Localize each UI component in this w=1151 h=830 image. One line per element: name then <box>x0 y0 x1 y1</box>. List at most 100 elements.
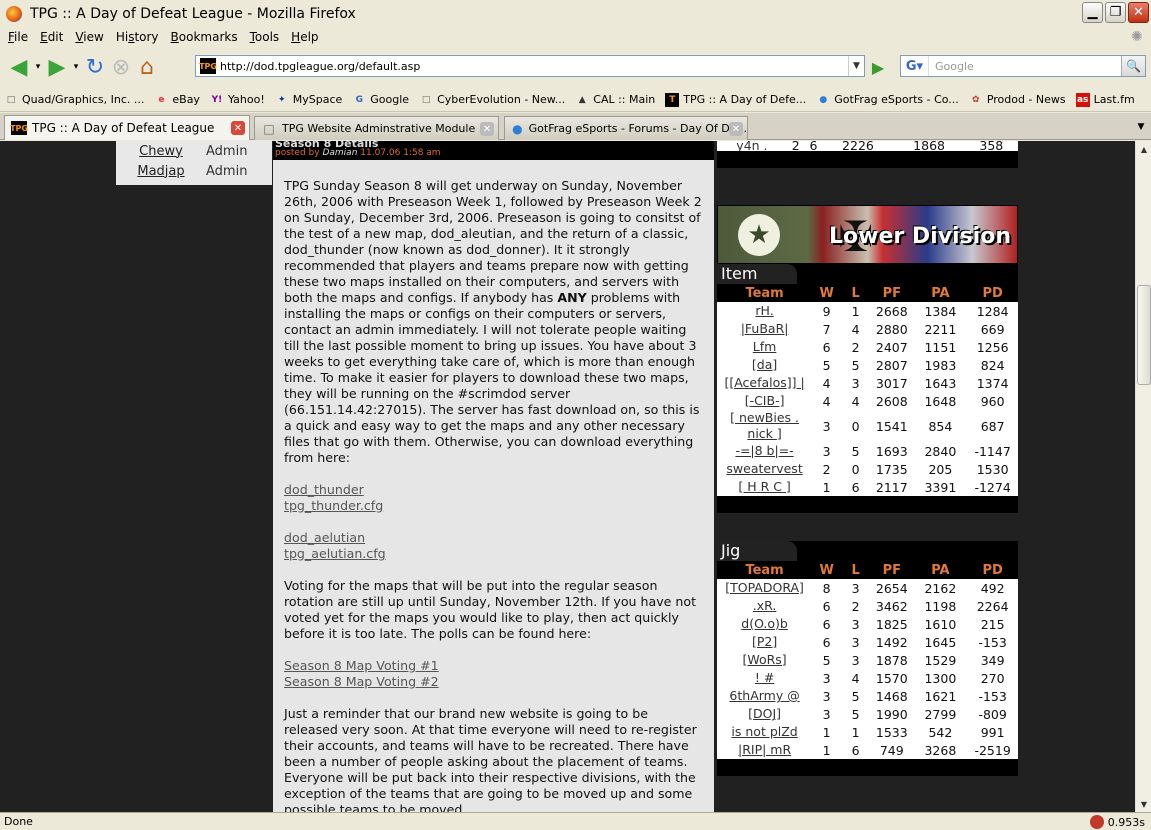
tab-label[interactable]: TPG :: A Day of Defeat League <box>32 121 214 135</box>
team-link[interactable]: [-CIB-] <box>717 392 812 410</box>
team-link[interactable]: [ newBies . nick ] <box>717 410 812 442</box>
link-map-voting-2[interactable]: Season 8 Map Voting #2 <box>284 674 704 690</box>
column-header[interactable]: W <box>812 561 842 579</box>
tab-2[interactable]: □ TPG Website Adminstrative Module ✕ <box>254 116 499 140</box>
team-link[interactable]: [P2] <box>717 633 812 651</box>
bookmark-label[interactable]: CyberEvolution - New... <box>437 93 565 106</box>
column-header[interactable]: PA <box>913 284 968 302</box>
team-link[interactable]: d(O.o)b <box>717 615 812 633</box>
url-bar[interactable]: TPG http://dod.tpgleague.org/default.asp… <box>195 55 865 77</box>
bookmark-label[interactable]: CAL :: Main <box>593 93 655 106</box>
back-button[interactable]: ◀ <box>6 54 32 80</box>
scroll-down-icon[interactable]: ▼ <box>1136 796 1151 812</box>
admin-name-link[interactable]: Chewy <box>116 144 206 159</box>
bookmark-label[interactable]: Yahoo! <box>228 93 265 106</box>
forward-history-dropdown-icon[interactable]: ▾ <box>70 54 82 80</box>
bookmark-item[interactable]: ✿ Prodod - News <box>969 93 1066 107</box>
page-scrollbar[interactable]: ▲ ▼ <box>1135 141 1151 812</box>
link-dod-thunder[interactable]: dod_thunder <box>284 482 704 498</box>
admin-name-link[interactable]: Madjap <box>116 164 206 179</box>
menu-bookmarks[interactable]: Bookmarks <box>165 30 244 44</box>
bookmark-item[interactable]: □ Quad/Graphics, Inc. ... <box>4 93 145 107</box>
bookmark-item[interactable]: e eBay <box>154 93 200 107</box>
team-link[interactable]: |RIP| mR <box>717 741 812 759</box>
tab-label[interactable]: GotFrag eSports - Forums - Day Of De... <box>529 122 747 135</box>
column-header[interactable]: W <box>812 284 842 302</box>
column-header[interactable]: Team <box>717 284 813 302</box>
bookmark-label[interactable]: GotFrag eSports - Co... <box>834 93 959 106</box>
close-window-button[interactable]: ✕ <box>1128 2 1149 23</box>
bookmark-label[interactable]: Google <box>370 93 409 106</box>
url-text[interactable]: http://dod.tpgleague.org/default.asp <box>220 60 420 73</box>
menu-edit[interactable]: Edit <box>34 30 69 44</box>
column-header[interactable]: Team <box>717 561 813 579</box>
bookmark-item[interactable]: ✦ MySpace <box>275 93 343 107</box>
stop-icon[interactable]: ⊗ <box>108 54 134 80</box>
team-link[interactable]: [da] <box>717 356 812 374</box>
menu-tools[interactable]: Tools <box>244 30 286 44</box>
home-icon[interactable]: ⌂ <box>134 54 160 80</box>
team-link[interactable]: -=|8 b|=- <box>717 442 812 460</box>
bookmark-label[interactable]: MySpace <box>293 93 343 106</box>
link-tpg-aelutian-cfg[interactable]: tpg_aelutian.cfg <box>284 546 704 562</box>
reload-icon[interactable]: ↻ <box>82 54 108 80</box>
bookmark-label[interactable]: eBay <box>172 93 200 106</box>
bookmark-item[interactable]: Y! Yahoo! <box>210 93 265 107</box>
bookmark-item[interactable]: as Last.fm <box>1075 92 1135 107</box>
link-dod-aelutian[interactable]: dod_aelutian <box>284 530 704 546</box>
column-header[interactable]: L <box>841 561 871 579</box>
bookmark-item[interactable]: T TPG :: A Day of Defe... <box>665 92 806 107</box>
column-header[interactable]: PD <box>967 561 1018 579</box>
bookmark-item[interactable]: G Google <box>352 93 410 107</box>
team-link[interactable]: is not plZd <box>717 723 812 741</box>
column-header[interactable]: PF <box>870 284 914 302</box>
team-link[interactable]: Lfm <box>717 338 812 356</box>
tab-1[interactable]: TPG TPG :: A Day of Defeat League ✕ <box>4 115 250 140</box>
link-map-voting-1[interactable]: Season 8 Map Voting #1 <box>284 658 704 674</box>
team-link[interactable]: ! # <box>717 669 812 687</box>
bookmark-item[interactable]: ● GotFrag eSports - Co... <box>816 93 959 107</box>
team-link[interactable]: sweatervest <box>717 460 812 478</box>
scroll-thumb[interactable] <box>1137 285 1151 385</box>
bookmark-item[interactable]: □ CyberEvolution - New... <box>419 93 565 107</box>
bookmark-label[interactable]: Quad/Graphics, Inc. ... <box>22 93 144 106</box>
team-link[interactable]: 6thArmy @ <box>717 687 812 705</box>
link-tpg-thunder-cfg[interactable]: tpg_thunder.cfg <box>284 498 704 514</box>
google-engine-icon[interactable]: G▾ <box>901 56 929 76</box>
bookmark-label[interactable]: Prodod - News <box>987 93 1066 106</box>
tab-close-icon[interactable]: ✕ <box>729 122 743 136</box>
maximize-button[interactable]: ❐ <box>1105 2 1126 23</box>
scroll-up-icon[interactable]: ▲ <box>1136 141 1151 157</box>
team-link[interactable]: [TOPADORA] <box>717 579 812 597</box>
bookmark-item[interactable]: ▲ CAL :: Main <box>575 93 655 107</box>
column-header[interactable]: L <box>841 284 871 302</box>
tab-close-icon[interactable]: ✕ <box>480 122 494 136</box>
search-box[interactable]: G▾ Google 🔍 <box>900 55 1146 77</box>
team-link[interactable]: |FuBaR| <box>717 320 812 338</box>
column-header[interactable]: PD <box>967 284 1018 302</box>
team-link[interactable]: rH. <box>717 302 812 320</box>
bookmark-label[interactable]: Last.fm <box>1094 93 1135 106</box>
bookmark-label[interactable]: TPG :: A Day of Defe... <box>683 93 806 106</box>
search-icon[interactable]: 🔍 <box>1121 56 1145 76</box>
menu-view[interactable]: View <box>69 30 109 44</box>
tab-close-icon[interactable]: ✕ <box>231 121 245 135</box>
forward-button[interactable]: ▶ <box>44 54 70 80</box>
team-link[interactable]: [[Acefalos]] | <box>717 374 812 392</box>
team-link[interactable]: [WoRs] <box>717 651 812 669</box>
column-header[interactable]: PA <box>913 561 968 579</box>
search-placeholder[interactable]: Google <box>935 60 974 73</box>
tab-list-dropdown-icon[interactable]: ▼ <box>1133 119 1149 135</box>
team-link[interactable]: [DOJ] <box>717 705 812 723</box>
back-history-dropdown-icon[interactable]: ▾ <box>32 54 44 80</box>
team-link[interactable]: .xR. <box>717 597 812 615</box>
url-dropdown-icon[interactable]: ▼ <box>848 56 864 76</box>
team-link[interactable]: y4n . <box>717 141 787 151</box>
tab-label[interactable]: TPG Website Adminstrative Module <box>282 122 475 135</box>
yslow-icon[interactable] <box>1089 815 1104 829</box>
team-link[interactable]: [ H R C ] <box>717 478 812 496</box>
go-button[interactable]: ▶ <box>868 57 888 77</box>
menu-history[interactable]: History <box>110 30 165 44</box>
minimize-button[interactable]: ▁ <box>1082 2 1103 23</box>
menu-file[interactable]: File <box>2 30 34 44</box>
